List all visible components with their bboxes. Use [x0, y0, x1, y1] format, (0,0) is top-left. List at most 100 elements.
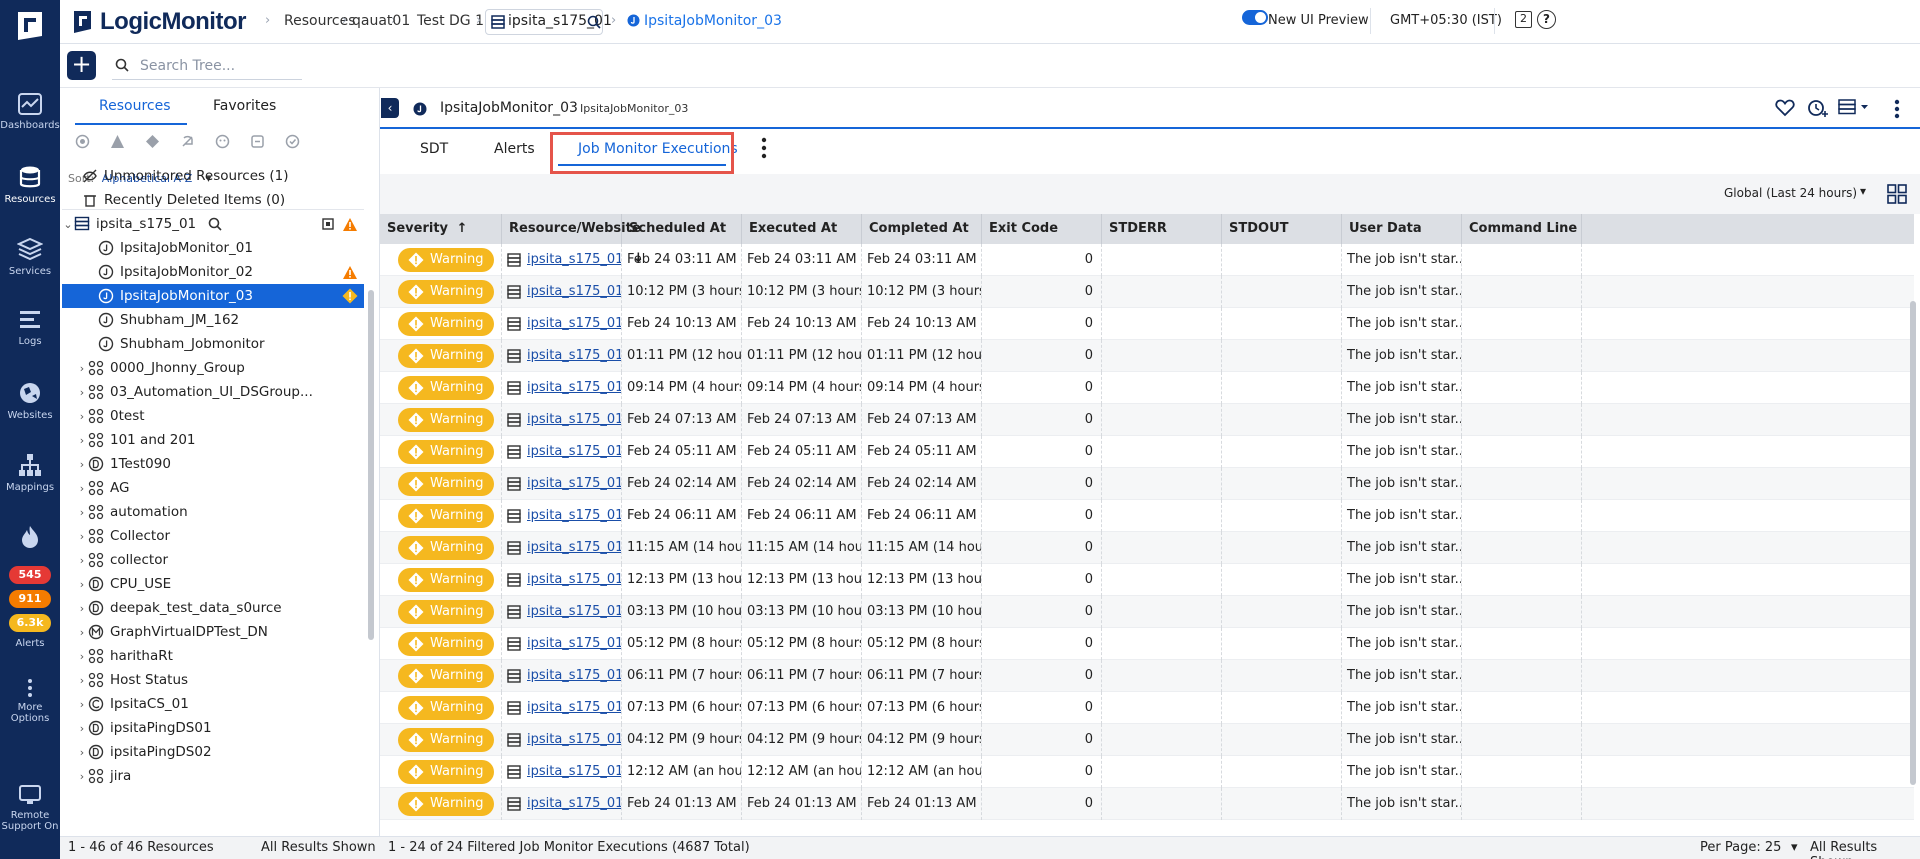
- chevron-right-icon[interactable]: ›: [76, 554, 88, 567]
- schedule-add-icon[interactable]: [1807, 98, 1829, 118]
- tree-item-group[interactable]: › collector: [62, 548, 364, 572]
- tab-sdt[interactable]: SDT: [420, 141, 448, 157]
- chevron-right-icon[interactable]: ›: [76, 746, 88, 759]
- resource-link[interactable]: ipsita_s175_01: [527, 380, 621, 395]
- table-row[interactable]: Warningipsita_s175_0112:13 PM (13 hours …: [380, 564, 1914, 596]
- filter-cleared-icon[interactable]: [285, 134, 300, 149]
- column-header-resource[interactable]: Resource/Website: [502, 214, 641, 244]
- table-row[interactable]: Warningipsita_s175_0111:15 AM (14 hours …: [380, 532, 1914, 564]
- resource-link[interactable]: ipsita_s175_01: [527, 252, 621, 267]
- rail-item-alerts[interactable]: [0, 524, 60, 554]
- column-header-scheduled[interactable]: Scheduled At ↓: [622, 214, 742, 266]
- rail-item-more-options[interactable]: More Options: [0, 678, 60, 724]
- table-row[interactable]: Warning ipsita_s175_01 03:13 PM (10 hours 0…: [380, 596, 1914, 628]
- chevron-right-icon[interactable]: ›: [76, 626, 88, 639]
- grid-view-icon[interactable]: [1887, 184, 1907, 204]
- tree-item-group[interactable]: › Host Status: [62, 668, 364, 692]
- tree-item-group[interactable]: › 03_Automation_UI_DSGroup...: [62, 380, 364, 404]
- filter-collector-icon[interactable]: [250, 134, 265, 149]
- resource-link[interactable]: ipsita_s175_01: [527, 316, 621, 331]
- filter-sdt-icon[interactable]: [180, 134, 195, 149]
- resource-link[interactable]: ipsita_s175_01: [527, 636, 621, 651]
- help-icon[interactable]: ?: [1537, 10, 1556, 29]
- zoom-icon[interactable]: [587, 15, 601, 29]
- chevron-right-icon[interactable]: ›: [76, 650, 88, 663]
- resource-link[interactable]: ipsita_s175_01: [527, 412, 621, 427]
- table-row[interactable]: Warningipsita_s175_0105:12 PM (8 hours c…: [380, 628, 1914, 660]
- tree-item-group[interactable]: › Collector: [62, 524, 364, 548]
- table-row[interactable]: Warningipsita_s175_0110:12 PM (3 hours c…: [380, 276, 1914, 308]
- chevron-right-icon[interactable]: ›: [76, 386, 88, 399]
- table-row[interactable]: Warning ipsita_s175_01 Feb 24 01:13 AM (a F…: [380, 788, 1914, 820]
- tree-item-group[interactable]: › CPU_USE: [62, 572, 364, 596]
- table-row[interactable]: Warningipsita_s175_01Feb 24 10:13 AM (15…: [380, 308, 1914, 340]
- tree-item-group[interactable]: › 1Test090: [62, 452, 364, 476]
- tree-item-group[interactable]: › 101 and 201: [62, 428, 364, 452]
- breadcrumb-test-dg[interactable]: Test DG 1: [417, 13, 484, 29]
- tree-item-group[interactable]: › ipsitaPingDS02: [62, 740, 364, 764]
- tree-item-group[interactable]: › GraphVirtualDPTest_DN: [62, 620, 364, 644]
- column-header-stdout[interactable]: STDOUT: [1222, 214, 1342, 244]
- tree-item-job-monitor[interactable]: IpsitaJobMonitor_01: [62, 236, 364, 260]
- chevron-right-icon[interactable]: ›: [76, 674, 88, 687]
- tree-item-job-monitor[interactable]: Shubham_Jobmonitor: [62, 332, 364, 356]
- rail-item-mappings[interactable]: Mappings: [0, 452, 60, 493]
- breadcrumb-qauat01[interactable]: qauat01: [352, 13, 410, 29]
- table-row[interactable]: Warningipsita_s175_0106:11 PM (7 hours c…: [380, 660, 1914, 692]
- time-range-selector[interactable]: Global (Last 24 hours): [1724, 186, 1857, 200]
- chevron-right-icon[interactable]: ›: [76, 434, 88, 447]
- chevron-right-icon[interactable]: ›: [76, 506, 88, 519]
- alert-badge-error[interactable]: 911: [9, 590, 51, 608]
- timezone-selector[interactable]: GMT+05:30 (IST): [1390, 13, 1502, 28]
- filter-status-icon[interactable]: [75, 134, 90, 149]
- column-header-executed[interactable]: Executed At: [742, 214, 862, 244]
- tab-resources[interactable]: Resources: [99, 98, 171, 114]
- breadcrumb-ipsita-device[interactable]: ipsita_s175_01: [485, 9, 612, 35]
- resource-link[interactable]: ipsita_s175_01: [527, 444, 621, 459]
- tree-item-unmonitored[interactable]: Unmonitored Resources (1): [62, 164, 364, 188]
- alert-badge-critical[interactable]: 545: [9, 566, 51, 584]
- resource-link[interactable]: ipsita_s175_01: [527, 508, 621, 523]
- table-row[interactable]: Warning ipsita_s175_01 Feb 24 03:11 AM (a F…: [380, 244, 1914, 276]
- zoom-icon[interactable]: [208, 217, 222, 231]
- chevron-right-icon[interactable]: ›: [76, 362, 88, 375]
- resource-link[interactable]: ipsita_s175_01: [527, 572, 621, 587]
- rail-item-websites[interactable]: Websites: [0, 380, 60, 421]
- column-header-command-line[interactable]: Command Line: [1462, 214, 1582, 244]
- chevron-right-icon[interactable]: ›: [76, 530, 88, 543]
- resource-link[interactable]: ipsita_s175_01: [527, 284, 621, 299]
- new-ui-toggle[interactable]: [1242, 10, 1268, 25]
- tab-alerts[interactable]: Alerts: [494, 141, 535, 157]
- table-row[interactable]: Warningipsita_s175_0104:12 PM (9 hours c…: [380, 724, 1914, 756]
- column-header-stderr[interactable]: STDERR: [1102, 214, 1222, 244]
- table-row[interactable]: Warningipsita_s175_0101:11 PM (12 hours …: [380, 340, 1914, 372]
- resource-link[interactable]: ipsita_s175_01: [527, 732, 621, 747]
- column-header-exit-code[interactable]: Exit Code: [982, 214, 1102, 244]
- more-tabs-icon[interactable]: [761, 137, 767, 159]
- more-vertical-icon[interactable]: [1894, 99, 1900, 119]
- resource-link[interactable]: ipsita_s175_01: [527, 764, 621, 779]
- column-header-completed[interactable]: Completed At: [862, 214, 982, 244]
- resource-link[interactable]: ipsita_s175_01: [527, 700, 621, 715]
- column-header-user-data[interactable]: User Data: [1342, 214, 1462, 244]
- rail-item-logs[interactable]: Logs: [0, 308, 60, 347]
- resource-link[interactable]: ipsita_s175_01: [527, 540, 621, 555]
- search-tree-input[interactable]: [112, 52, 302, 80]
- resource-menu-icon[interactable]: [1838, 99, 1870, 115]
- rail-item-dashboards[interactable]: Dashboards: [0, 92, 60, 131]
- table-row[interactable]: Warningipsita_s175_0109:14 PM (4 hours c…: [380, 372, 1914, 404]
- tree-item-group[interactable]: › 0000_Jhonny_Group: [62, 356, 364, 380]
- brand-logo[interactable]: LogicMonitor: [70, 8, 246, 36]
- resource-link[interactable]: ipsita_s175_01: [527, 668, 621, 683]
- tab-favorites[interactable]: Favorites: [213, 98, 276, 114]
- resource-link[interactable]: ipsita_s175_01: [527, 604, 621, 619]
- per-page-selector[interactable]: Per Page: 25: [1700, 840, 1781, 855]
- rail-item-resources[interactable]: Resources: [0, 164, 60, 205]
- breadcrumb-current[interactable]: IpsitaJobMonitor_03: [644, 13, 782, 29]
- add-resource-button[interactable]: +: [67, 51, 96, 80]
- chevron-right-icon[interactable]: ›: [76, 410, 88, 423]
- tree-item-group[interactable]: › automation: [62, 500, 364, 524]
- tree-item-group[interactable]: › deepak_test_data_s0urce: [62, 596, 364, 620]
- tree-scrollbar[interactable]: [368, 290, 374, 640]
- table-row[interactable]: Warningipsita_s175_01Feb 24 06:11 AM (19…: [380, 500, 1914, 532]
